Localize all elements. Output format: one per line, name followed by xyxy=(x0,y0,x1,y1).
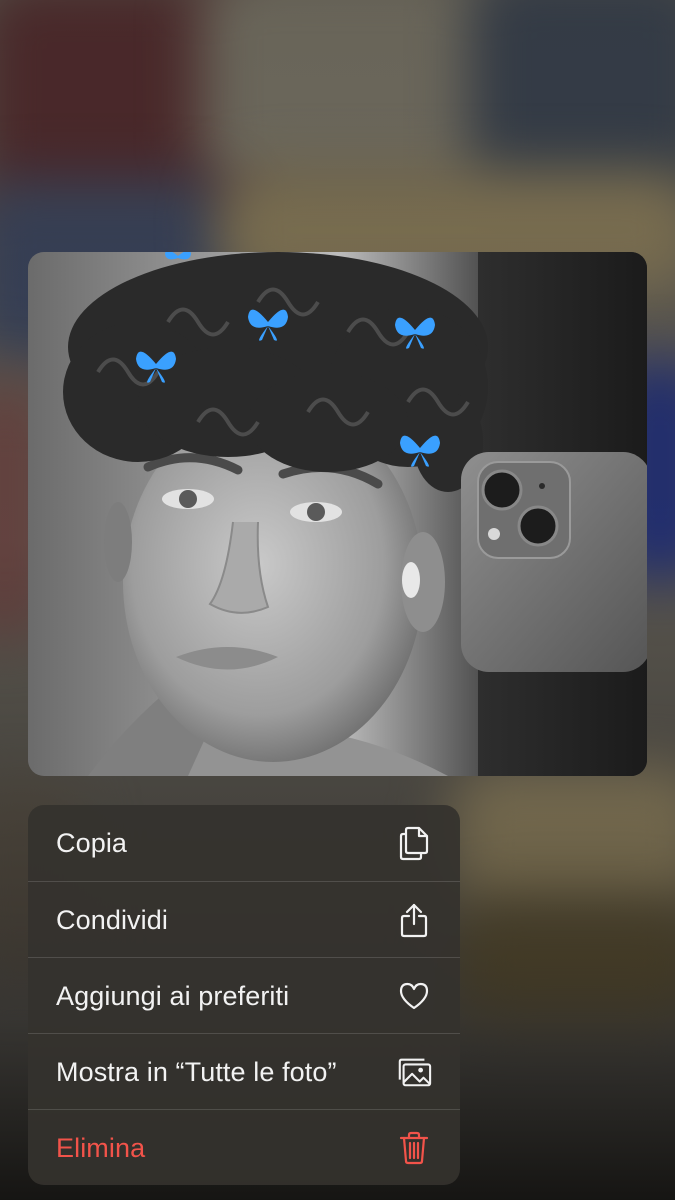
copy-icon xyxy=(396,825,432,861)
heart-icon xyxy=(396,978,432,1014)
photo-library-icon xyxy=(396,1054,432,1090)
trash-icon xyxy=(396,1130,432,1166)
photo-preview[interactable] xyxy=(28,252,647,776)
context-menu: Copia Condividi Aggiungi ai preferiti Mo… xyxy=(28,805,460,1185)
menu-item-label: Mostra in “Tutte le foto” xyxy=(56,1056,337,1087)
screen: Copia Condividi Aggiungi ai preferiti Mo… xyxy=(0,0,675,1200)
menu-item-label: Condividi xyxy=(56,904,168,935)
menu-item-show-in-all-photos[interactable]: Mostra in “Tutte le foto” xyxy=(28,1034,460,1110)
share-icon xyxy=(396,902,432,938)
menu-item-label: Elimina xyxy=(56,1132,146,1163)
menu-item-favorite[interactable]: Aggiungi ai preferiti xyxy=(28,958,460,1034)
menu-item-delete[interactable]: Elimina xyxy=(28,1110,460,1185)
menu-item-copy[interactable]: Copia xyxy=(28,805,460,881)
menu-item-share[interactable]: Condividi xyxy=(28,882,460,958)
menu-item-label: Aggiungi ai preferiti xyxy=(56,980,290,1011)
menu-item-label: Copia xyxy=(56,827,128,858)
portrait-illustration xyxy=(63,252,647,776)
